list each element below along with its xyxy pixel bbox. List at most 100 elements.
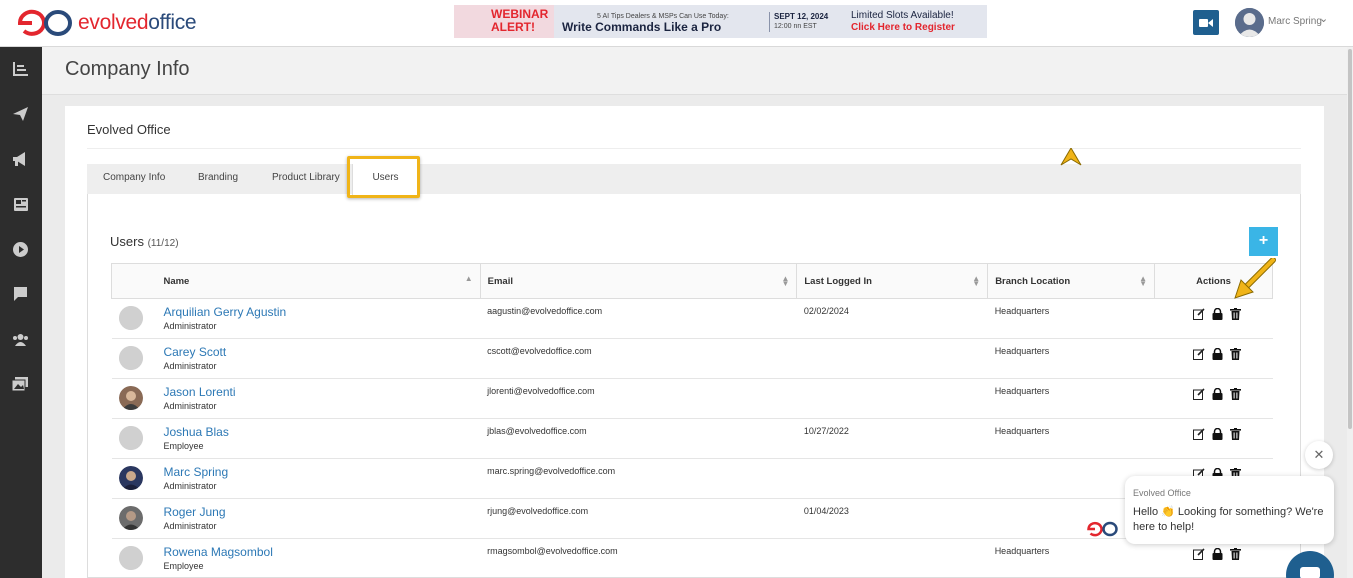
trash-icon[interactable]: [1229, 427, 1242, 440]
user-role: Administrator: [163, 401, 217, 411]
column-last-logged-in[interactable]: Last Logged In ▲ ▼: [796, 263, 989, 299]
page-scrollbar[interactable]: [1347, 47, 1353, 578]
video-button[interactable]: [1193, 10, 1219, 35]
user-branch: Headquarters: [987, 298, 1155, 339]
video-icon: [1199, 18, 1213, 27]
edit-icon[interactable]: [1193, 427, 1206, 440]
brand-part2: office: [148, 11, 197, 34]
column-branch-location[interactable]: Branch Location ▲ ▼: [987, 263, 1156, 299]
pointer-arrow-icon: [1234, 258, 1276, 299]
user-name-link[interactable]: Jason Lorenti: [163, 386, 480, 399]
user-name-link[interactable]: Rowena Magsombol: [163, 546, 480, 559]
user-email: aagustin@evolvedoffice.com: [480, 298, 797, 339]
column-name[interactable]: Name ▲: [156, 263, 481, 299]
megaphone-icon[interactable]: [11, 150, 29, 168]
newspaper-icon[interactable]: [11, 195, 29, 213]
banner-time: 12:00 nn EST: [774, 22, 817, 30]
chat-logo-icon: [1087, 521, 1118, 537]
user-last-login: [796, 458, 988, 499]
users-count: (11/12): [147, 238, 179, 249]
column-last-logged-label: Last Logged In: [804, 275, 872, 287]
chat-close-button[interactable]: ✕: [1305, 441, 1333, 469]
user-role: Administrator: [163, 321, 217, 331]
user-email: rjung@evolvedoffice.com: [480, 498, 797, 539]
chat-icon[interactable]: [11, 285, 29, 303]
trash-icon[interactable]: [1229, 307, 1242, 320]
lock-icon[interactable]: [1211, 307, 1224, 320]
lock-icon[interactable]: [1211, 547, 1224, 560]
edit-icon[interactable]: [1193, 547, 1206, 560]
sidebar: [0, 47, 42, 578]
logo-mark-icon: [18, 9, 72, 36]
user-email: jlorenti@evolvedoffice.com: [480, 378, 797, 419]
user-email: jblas@evolvedoffice.com: [480, 418, 797, 459]
chevron-down-icon[interactable]: ⌄: [1319, 12, 1328, 25]
scrollbar-thumb[interactable]: [1348, 49, 1352, 429]
users-title: Users: [110, 234, 144, 249]
banner-slots: Limited Slots Available!: [851, 9, 954, 21]
user-name-link[interactable]: Marc Spring: [163, 466, 480, 479]
sort-asc-icon[interactable]: ▲: [465, 275, 473, 283]
user-name-link[interactable]: Arquilian Gerry Agustin: [163, 306, 480, 319]
column-email[interactable]: Email ▲ ▼: [479, 263, 798, 299]
tab-branding[interactable]: Branding: [198, 164, 238, 194]
chat-message-bubble[interactable]: Evolved Office Hello 👏 Looking for somet…: [1125, 476, 1334, 544]
user-role: Employee: [163, 441, 204, 451]
lock-icon[interactable]: [1211, 387, 1224, 400]
user-branch: Headquarters: [987, 538, 1155, 578]
tab-product-library[interactable]: Product Library: [272, 164, 340, 194]
table-row: Arquilian Gerry Agustin Administrator aag…: [111, 298, 1273, 339]
edit-icon[interactable]: [1193, 347, 1206, 360]
user-email: marc.spring@evolvedoffice.com: [480, 458, 797, 499]
user-name[interactable]: Marc Spring: [1268, 16, 1322, 27]
user-last-login: [796, 538, 988, 578]
edit-icon[interactable]: [1193, 307, 1206, 320]
edit-icon[interactable]: [1193, 387, 1206, 400]
logo[interactable]: evolvedoffice: [18, 9, 197, 37]
table-row: Joshua Blas Employee jblas@evolvedoffice.…: [111, 418, 1273, 459]
tab-company-info[interactable]: Company Info: [103, 164, 165, 194]
avatar: [118, 306, 143, 330]
gallery-icon[interactable]: [11, 375, 29, 393]
cursor-arrow-icon: [1060, 148, 1082, 166]
top-bar: evolvedoffice WEBINAR ALERT! 5 AI Tips D…: [0, 0, 1353, 47]
table-header-row: Name ▲ Email ▲ ▼ Last Logged In ▲ ▼ Branch Lo…: [111, 263, 1273, 299]
avatar: [118, 546, 143, 570]
sort-icon[interactable]: ▲ ▼: [781, 275, 789, 288]
table-row: Rowena Magsombol Employee rmagsombol@evol…: [111, 538, 1273, 578]
trash-icon[interactable]: [1229, 547, 1242, 560]
user-role: Employee: [163, 561, 204, 571]
table-row: Carey Scott Administrator cscott@evolvedo…: [111, 338, 1273, 379]
chat-sender: Evolved Office: [1133, 488, 1191, 498]
user-name-link[interactable]: Carey Scott: [163, 346, 480, 359]
user-name-link[interactable]: Joshua Blas: [163, 426, 480, 439]
lock-icon[interactable]: [1211, 347, 1224, 360]
user-role: Administrator: [163, 361, 217, 371]
user-name-link[interactable]: Roger Jung: [163, 506, 480, 519]
user-role: Administrator: [163, 481, 217, 491]
trash-icon[interactable]: [1229, 347, 1242, 360]
sort-icon[interactable]: ▲ ▼: [972, 275, 980, 288]
page-title: Company Info: [65, 58, 190, 80]
table-row: Jason Lorenti Administrator jlorenti@evol…: [111, 378, 1273, 419]
chat-launcher-button[interactable]: [1286, 551, 1334, 578]
banner-register: Click Here to Register: [851, 21, 955, 33]
banner-headline: Write Commands Like a Pro: [562, 19, 722, 34]
play-icon[interactable]: [11, 240, 29, 258]
lock-icon[interactable]: [1211, 427, 1224, 440]
chat-message: Hello 👏 Looking for something? We're her…: [1133, 506, 1324, 533]
avatar: [118, 386, 143, 410]
webinar-banner[interactable]: WEBINAR ALERT! 5 AI Tips Dealers & MSPs …: [454, 5, 987, 38]
user-branch: Headquarters: [987, 378, 1155, 419]
users-icon[interactable]: [11, 330, 29, 348]
send-icon[interactable]: [11, 105, 29, 123]
dashboard-icon[interactable]: [11, 60, 29, 78]
trash-icon[interactable]: [1229, 387, 1242, 400]
user-last-login: [796, 378, 988, 419]
avatar: [118, 426, 143, 450]
user-last-login: 10/27/2022: [796, 418, 988, 459]
sort-icon[interactable]: ▲ ▼: [1139, 275, 1147, 288]
add-user-button[interactable]: +: [1249, 227, 1278, 256]
tab-bar: Company Info Branding Product Library Us…: [87, 164, 1301, 195]
user-avatar[interactable]: [1235, 8, 1264, 37]
